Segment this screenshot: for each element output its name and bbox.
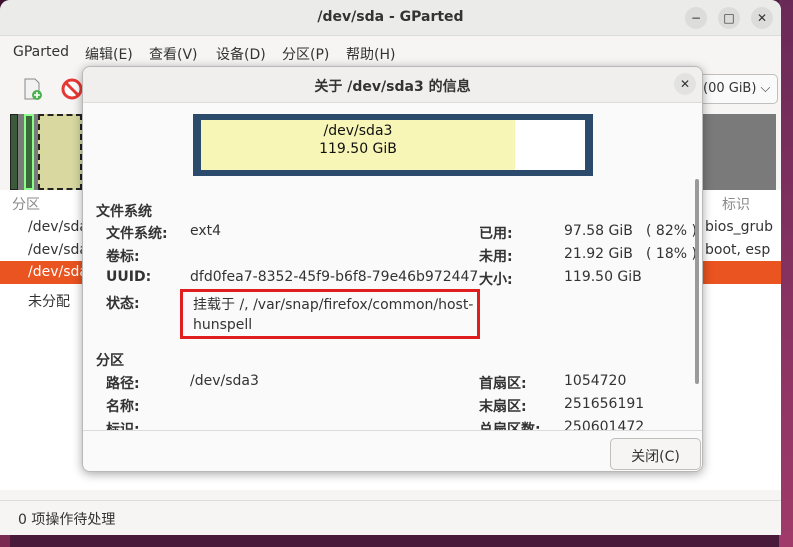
partition-block-2[interactable] — [24, 114, 34, 190]
filesystem-value: ext4 — [190, 223, 222, 239]
title-bar: /dev/sda - GParted − □ ✕ — [0, 0, 781, 36]
row-partition-name: /dev/sda — [28, 264, 88, 280]
close-button[interactable]: 关闭(C) — [610, 438, 701, 470]
unused-label: 未用: — [479, 249, 513, 265]
path-label: 路径: — [106, 376, 140, 392]
last-sector-value: 251656191 — [564, 396, 645, 412]
row-flag: boot, esp — [705, 242, 771, 258]
menu-view[interactable]: 查看(V) — [149, 44, 198, 64]
partition-block-3[interactable] — [38, 114, 82, 190]
status-highlight-box: 挂载于 /, /var/snap/firefox/common/host-hun… — [180, 289, 480, 339]
menu-partition[interactable]: 分区(P) — [282, 44, 329, 64]
uuid-value: dfd0fea7-8352-45f9-b6f8-79e46b972447 — [190, 269, 479, 285]
flags-label: 标识: — [106, 422, 140, 430]
dialog-footer: 关闭(C) — [83, 430, 702, 471]
menu-help[interactable]: 帮助(H) — [346, 44, 395, 64]
partition-graphic-label: /dev/sda3 119.50 GiB — [201, 122, 515, 158]
close-icon: ✕ — [756, 11, 768, 25]
free-space-bar — [515, 120, 585, 170]
filesystem-section-title: 文件系统 — [96, 204, 152, 220]
dialog-scrollbar[interactable] — [695, 179, 699, 384]
partition-info-dialog: 关于 /dev/sda3 的信息 ✕ /dev/sda3 119.50 GiB … — [82, 66, 703, 472]
window-title: /dev/sda - GParted — [317, 9, 464, 25]
new-partition-icon[interactable] — [20, 77, 44, 101]
volume-label-label: 卷标: — [106, 249, 140, 265]
minimize-button[interactable]: − — [685, 7, 707, 29]
path-value: /dev/sda3 — [190, 373, 259, 389]
partition-usage-graphic: /dev/sda3 119.50 GiB — [193, 114, 593, 176]
maximize-icon: □ — [723, 11, 735, 25]
maximize-button[interactable]: □ — [718, 7, 740, 29]
total-sectors-value: 250601472 — [564, 419, 645, 430]
pending-operations-text: 0 项操作待处理 — [18, 512, 116, 528]
menu-device[interactable]: 设备(D) — [216, 44, 266, 64]
used-percent: ( 82% ) — [646, 223, 697, 239]
used-value: 97.58 GiB — [564, 223, 633, 239]
size-label: 大小: — [479, 272, 513, 288]
minimize-icon: − — [690, 11, 702, 25]
first-sector-value: 1054720 — [564, 373, 627, 389]
status-bar: 0 项操作待处理 — [0, 500, 781, 535]
unused-percent: ( 18% ) — [646, 246, 697, 262]
menu-gparted[interactable]: GParted — [13, 44, 69, 60]
delete-partition-icon[interactable] — [60, 77, 84, 101]
column-header-partition[interactable]: 分区 — [12, 194, 40, 214]
row-partition-name: /dev/sda — [28, 219, 88, 235]
dialog-header: 关于 /dev/sda3 的信息 ✕ — [83, 67, 702, 103]
disk-selector[interactable]: (00 GiB) ⌵ — [694, 74, 778, 104]
first-sector-label: 首扇区: — [479, 376, 527, 392]
close-window-button[interactable]: ✕ — [751, 7, 773, 29]
row-partition-name: 未分配 — [28, 294, 70, 310]
dialog-content: /dev/sda3 119.50 GiB 文件系统 文件系统: ext4 卷标:… — [83, 104, 702, 430]
column-header-flag[interactable]: 标识 — [722, 194, 750, 214]
name-label: 名称: — [106, 399, 140, 415]
graphic-partition-name: /dev/sda3 — [323, 123, 393, 139]
menu-bar: GParted 编辑(E) 查看(V) 设备(D) 分区(P) 帮助(H) — [0, 37, 781, 67]
desktop-background-right — [779, 0, 793, 547]
dialog-close-button[interactable]: ✕ — [674, 73, 696, 95]
last-sector-label: 末扇区: — [479, 399, 527, 415]
filesystem-label: 文件系统: — [106, 226, 168, 242]
close-icon: ✕ — [679, 77, 691, 91]
uuid-label: UUID: — [106, 269, 152, 285]
status-label: 状态: — [106, 296, 140, 312]
row-flag: bios_grub — [705, 219, 774, 235]
unused-value: 21.92 GiB — [564, 246, 633, 262]
menu-edit[interactable]: 编辑(E) — [85, 44, 133, 64]
size-value: 119.50 GiB — [564, 269, 642, 285]
used-label: 已用: — [479, 226, 513, 242]
graphic-partition-size: 119.50 GiB — [319, 141, 397, 157]
dialog-title: 关于 /dev/sda3 的信息 — [314, 79, 471, 95]
partition-section-title: 分区 — [96, 353, 124, 369]
mount-status-value: 挂载于 /, /var/snap/firefox/common/host-hun… — [193, 297, 474, 333]
partition-block-1[interactable] — [10, 114, 18, 190]
total-sectors-label: 总扇区数: — [479, 422, 541, 430]
row-partition-name: /dev/sda — [28, 242, 88, 258]
